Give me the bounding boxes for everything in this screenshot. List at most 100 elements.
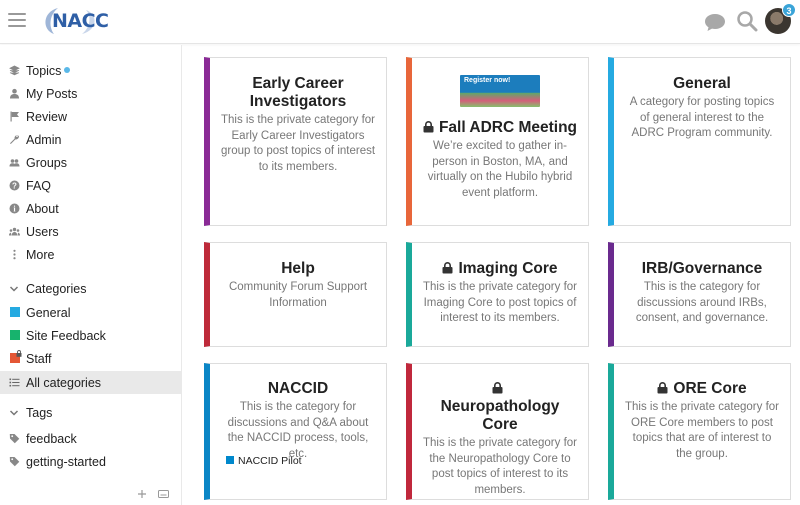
sidebar: Topics My Posts Review Admin Groups ? FA…	[0, 45, 182, 505]
lock-icon	[442, 262, 453, 274]
sidebar-footer	[0, 485, 181, 505]
category-color-badge	[226, 456, 234, 464]
sidebar-item-about[interactable]: i About	[0, 197, 181, 220]
sidebar-item-label: General	[26, 305, 71, 320]
tags-section-toggle[interactable]: Tags	[0, 402, 181, 425]
card-title[interactable]: Neuropathology Core	[412, 380, 588, 434]
sidebar-category-site-feedback[interactable]: Site Feedback	[0, 324, 181, 347]
notification-badge[interactable]: 3	[782, 3, 796, 17]
users-icon	[9, 227, 20, 236]
logo-text[interactable]: NACC	[52, 10, 109, 32]
subcategory-label: NACCID Pilot	[238, 455, 302, 467]
layers-icon	[9, 65, 20, 76]
sidebar-item-label: feedback	[26, 431, 77, 446]
lock-icon	[657, 382, 668, 394]
card-title[interactable]: General	[614, 75, 790, 93]
question-icon: ?	[9, 180, 20, 191]
sidebar-item-label: My Posts	[26, 86, 78, 101]
sidebar-item-label: Staff	[26, 351, 52, 366]
card-description: Community Forum Support Information	[228, 281, 368, 309]
category-card-ore-core[interactable]: ORE Core This is the private category fo…	[608, 363, 791, 500]
sidebar-item-my-posts[interactable]: My Posts	[0, 82, 181, 105]
category-card-early-career[interactable]: Early Career Investigators This is the p…	[204, 57, 387, 226]
tag-icon	[9, 457, 20, 467]
sidebar-tag-getting-started[interactable]: getting-started	[0, 450, 181, 473]
flag-icon	[10, 111, 19, 122]
card-title[interactable]: NACCID	[210, 380, 386, 398]
add-icon[interactable]	[137, 489, 147, 499]
sidebar-item-label: Topics	[26, 63, 62, 78]
subcategory-link-naccid-pilot[interactable]: NACCID Pilot	[226, 455, 302, 467]
sidebar-item-more[interactable]: More	[0, 243, 181, 266]
banner-text: Register now!	[464, 77, 511, 84]
header: NACC 3	[0, 0, 800, 44]
user-icon	[10, 88, 19, 99]
card-description: This is the category for discussions and…	[227, 401, 369, 460]
tag-icon	[9, 434, 20, 444]
card-title-text: ORE Core	[673, 380, 747, 397]
card-title[interactable]: Fall ADRC Meeting	[412, 119, 588, 137]
category-card-irb-governance[interactable]: IRB/Governance This is the category for …	[608, 242, 791, 347]
chevron-down-icon	[9, 286, 19, 292]
sidebar-item-label: getting-started	[26, 454, 106, 469]
category-card-fall-adrc[interactable]: Register now! Fall ADRC Meeting We’re ex…	[406, 57, 589, 226]
card-title-text: Neuropathology Core	[440, 398, 560, 433]
sidebar-tag-feedback[interactable]: feedback	[0, 427, 181, 450]
category-card-naccid[interactable]: NACCID This is the category for discussi…	[204, 363, 387, 500]
sidebar-all-categories[interactable]: All categories	[0, 371, 181, 394]
card-description: We’re excited to gather in-person in Bos…	[427, 140, 573, 199]
svg-text:?: ?	[12, 181, 17, 190]
card-description: This is the private category for ORE Cor…	[624, 401, 780, 460]
sidebar-item-groups[interactable]: Groups	[0, 151, 181, 174]
category-card-neuropathology-core[interactable]: Neuropathology Core This is the private …	[406, 363, 589, 500]
sidebar-item-label: Site Feedback	[26, 328, 106, 343]
card-title[interactable]: Early Career Investigators	[210, 75, 386, 111]
event-banner-image: Register now!	[460, 75, 540, 107]
info-icon: i	[9, 203, 20, 214]
category-card-help[interactable]: Help Community Forum Support Information	[204, 242, 387, 347]
sidebar-item-label: Admin	[26, 132, 62, 147]
sidebar-item-label: About	[26, 201, 59, 216]
card-description: This is the private category for Early C…	[220, 114, 376, 173]
categories-section-toggle[interactable]: Categories	[0, 278, 181, 301]
category-color-badge	[10, 307, 20, 317]
ellipsis-icon	[13, 249, 16, 260]
sidebar-item-topics[interactable]: Topics	[0, 59, 181, 82]
sidebar-item-label: Groups	[26, 155, 67, 170]
category-card-imaging-core[interactable]: Imaging Core This is the private categor…	[406, 242, 589, 347]
sidebar-item-faq[interactable]: ? FAQ	[0, 174, 181, 197]
sidebar-item-review[interactable]: Review	[0, 105, 181, 128]
card-title[interactable]: Imaging Core	[412, 260, 588, 278]
card-title[interactable]: ORE Core	[614, 380, 790, 398]
sidebar-item-label: Users	[26, 224, 59, 239]
card-description: This is the category for discussions aro…	[635, 281, 769, 324]
sidebar-item-label: More	[26, 247, 55, 262]
categories-header: Categories	[26, 282, 87, 296]
hamburger-icon[interactable]	[8, 13, 26, 29]
sidebar-item-label: All categories	[26, 375, 102, 390]
sidebar-category-general[interactable]: General	[0, 301, 181, 324]
keyboard-icon[interactable]	[158, 490, 169, 498]
card-description: This is the private category for Imaging…	[422, 281, 578, 324]
card-title[interactable]: Help	[210, 260, 386, 278]
chevron-down-icon	[9, 410, 19, 416]
category-card-general[interactable]: General A category for posting topics of…	[608, 57, 791, 226]
sidebar-item-admin[interactable]: Admin	[0, 128, 181, 151]
sidebar-item-users[interactable]: Users	[0, 220, 181, 243]
card-title-text: Imaging Core	[458, 260, 558, 277]
chat-icon[interactable]	[704, 12, 726, 32]
card-description: This is the private category for the Neu…	[422, 437, 578, 496]
category-color-badge	[10, 330, 20, 340]
tags-header: Tags	[26, 406, 53, 420]
search-icon[interactable]	[736, 10, 758, 32]
card-title-text: Fall ADRC Meeting	[438, 119, 578, 136]
lock-icon	[16, 350, 22, 357]
list-icon	[9, 378, 20, 387]
users-icon	[9, 159, 20, 167]
lock-icon	[423, 121, 434, 133]
sidebar-category-staff[interactable]: Staff	[0, 347, 181, 370]
sidebar-item-label: Review	[26, 109, 67, 124]
wrench-icon	[10, 135, 19, 144]
card-description: A category for posting topics of general…	[629, 96, 775, 139]
card-title[interactable]: IRB/Governance	[614, 260, 790, 278]
